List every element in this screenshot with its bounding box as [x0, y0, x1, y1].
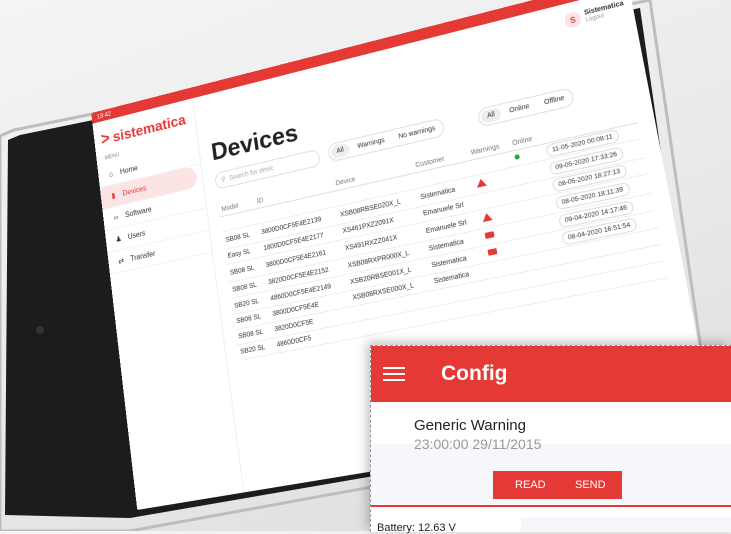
search-icon: ⚲	[220, 176, 227, 184]
message-icon	[484, 231, 495, 240]
sidebar-item-label: Devices	[122, 183, 147, 198]
battery-value-bg	[521, 517, 731, 532]
online-dot-icon	[514, 153, 521, 160]
code-icon: ‹›	[113, 212, 119, 222]
home-button	[36, 326, 44, 334]
filter-online-all[interactable]: All	[480, 106, 502, 125]
filter-no-warnings[interactable]: No warnings	[392, 121, 442, 145]
users-icon: ♟	[115, 234, 123, 244]
search-placeholder: Search for devic	[228, 164, 275, 182]
sidebar-item-label: Transfer	[129, 249, 156, 263]
transfer-icon: ⇄	[117, 256, 125, 266]
send-button[interactable]: SEND	[559, 471, 622, 499]
filter-online[interactable]: Online	[502, 99, 536, 119]
config-title: Config	[441, 362, 508, 385]
avatar: S	[563, 10, 583, 30]
device-icon: ▮	[111, 191, 116, 201]
sidebar-item-label: Software	[124, 204, 153, 220]
menu-icon[interactable]	[383, 367, 405, 381]
read-button[interactable]: READ	[493, 471, 559, 499]
filter-warnings[interactable]: Warnings	[351, 133, 391, 154]
user-info: Sistematica Logout	[584, 0, 626, 23]
config-panel: Config Generic Warning 23:00:00 29/11/20…	[370, 345, 731, 534]
sidebar-item-label: Users	[127, 228, 146, 242]
config-app-bar: Config	[371, 346, 731, 402]
warning-triangle-icon	[475, 177, 487, 188]
divider	[371, 505, 731, 507]
message-icon	[487, 248, 497, 256]
sidebar-nav: ⌂ Home ▮ Devices ‹› Software ♟ Users ⇄ Transf…	[97, 142, 213, 276]
filter-warn-all[interactable]: All	[330, 142, 351, 160]
online-filter: All Online Offline	[476, 86, 576, 128]
config-buttons: READ SEND	[493, 471, 622, 499]
logo-chevron-icon: >	[99, 128, 111, 149]
user-menu[interactable]: S Sistematica Logout	[563, 0, 625, 30]
home-icon: ⌂	[108, 169, 114, 179]
warning-triangle-icon	[481, 212, 493, 223]
sidebar-item-label: Home	[119, 163, 139, 177]
warning-title: Generic Warning	[414, 417, 526, 434]
battery-label: Battery: 12.63 V	[377, 522, 456, 534]
filter-offline[interactable]: Offline	[537, 91, 571, 111]
warning-time: 23:00:00 29/11/2015	[414, 436, 542, 452]
